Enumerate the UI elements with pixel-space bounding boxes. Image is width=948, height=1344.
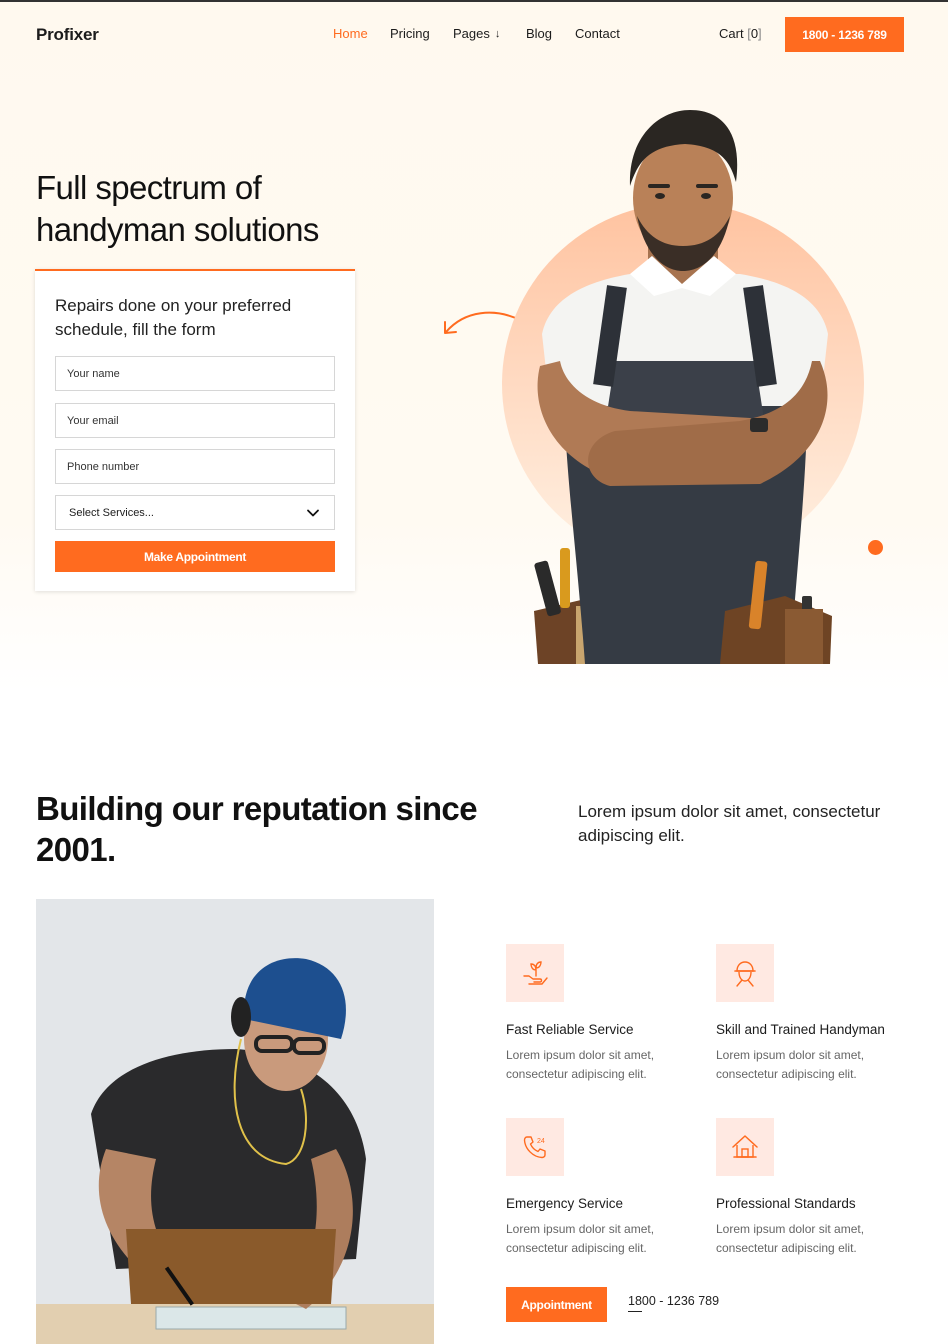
nav-blog[interactable]: Blog bbox=[526, 26, 552, 41]
appointment-form: Repairs done on your preferred schedule,… bbox=[35, 269, 355, 591]
nav-pricing[interactable]: Pricing bbox=[390, 26, 430, 41]
feature-text: Lorem ipsum dolor sit amet, consectetur … bbox=[716, 1222, 865, 1255]
nav-contact[interactable]: Contact bbox=[575, 26, 620, 41]
slider-dot[interactable] bbox=[868, 540, 883, 555]
name-input[interactable] bbox=[55, 356, 335, 391]
cart-count: 0 bbox=[750, 26, 759, 41]
site-logo[interactable]: Profixer bbox=[36, 25, 99, 45]
nav-pages-label: Pages bbox=[453, 26, 490, 41]
feature-title: Emergency Service bbox=[506, 1196, 624, 1211]
handyman-photo bbox=[534, 110, 832, 664]
feature-title: Professional Standards bbox=[716, 1196, 856, 1211]
chevron-down-icon bbox=[307, 509, 319, 516]
feature-title: Skill and Trained Handyman bbox=[716, 1022, 885, 1037]
feature-fast-reliable: Fast Reliable Service Lorem ipsum dolor … bbox=[506, 944, 706, 1083]
feature-text: Lorem ipsum dolor sit amet, consectetur … bbox=[506, 1048, 655, 1081]
feature-emergency: 24 Emergency Service Lorem ipsum dolor s… bbox=[506, 1118, 706, 1257]
about-title: Building our reputation since 2001. bbox=[36, 790, 478, 868]
phone-input[interactable] bbox=[55, 449, 335, 484]
cart-link[interactable]: Cart [0] bbox=[719, 26, 762, 41]
cart-bracket-close: ] bbox=[758, 26, 762, 41]
feature-icon-box: 24 bbox=[506, 1118, 564, 1176]
email-input[interactable] bbox=[55, 403, 335, 438]
feature-icon-box bbox=[506, 944, 564, 1002]
plant-hand-icon bbox=[523, 961, 548, 985]
feature-text: Lorem ipsum dolor sit amet, consectetur … bbox=[716, 1048, 865, 1081]
appointment-button[interactable]: Appointment bbox=[506, 1287, 607, 1322]
feature-professional: Professional Standards Lorem ipsum dolor… bbox=[716, 1118, 916, 1257]
feature-icon-box bbox=[716, 1118, 774, 1176]
worker-helmet-icon bbox=[734, 961, 756, 987]
about-lead: Lorem ipsum dolor sit amet, consectetur … bbox=[578, 802, 881, 845]
make-appointment-button[interactable]: Make Appointment bbox=[55, 541, 335, 572]
form-heading: Repairs done on your preferred schedule,… bbox=[55, 296, 292, 339]
feature-title: Fast Reliable Service bbox=[506, 1022, 634, 1037]
worker-photo bbox=[36, 899, 434, 1344]
contact-phone-link[interactable]: 1800 - 1236 789 bbox=[628, 1294, 719, 1308]
hero-title: Full spectrum of handyman solutions bbox=[36, 169, 319, 248]
phone-underline bbox=[628, 1311, 642, 1312]
nav-home[interactable]: Home bbox=[333, 26, 368, 41]
header-phone-button[interactable]: 1800 - 1236 789 bbox=[785, 17, 904, 52]
cart-label: Cart bbox=[719, 26, 744, 41]
feature-icon-box bbox=[716, 944, 774, 1002]
feature-skilled-handyman: Skill and Trained Handyman Lorem ipsum d… bbox=[716, 944, 916, 1083]
svg-text:24: 24 bbox=[537, 1138, 545, 1145]
arrow-down-icon: ↓ bbox=[494, 27, 501, 40]
house-icon bbox=[732, 1135, 758, 1158]
nav-pages[interactable]: Pages ↓ bbox=[453, 26, 500, 41]
services-select[interactable]: Select Services... bbox=[55, 495, 335, 530]
phone-24-icon: 24 bbox=[523, 1136, 546, 1159]
services-select-value: Select Services... bbox=[69, 506, 154, 519]
feature-text: Lorem ipsum dolor sit amet, consectetur … bbox=[506, 1222, 655, 1255]
